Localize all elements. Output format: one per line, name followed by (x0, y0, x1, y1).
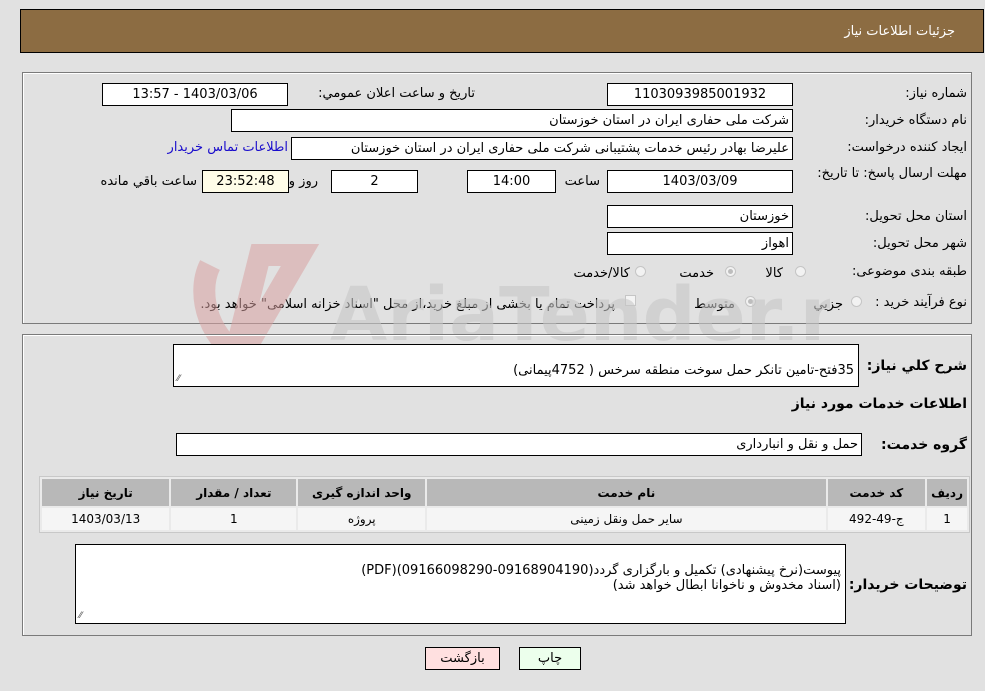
province-field[interactable]: خوزستان (607, 205, 793, 228)
col-quantity: تعداد / مقدار (171, 479, 297, 506)
process-label: نوع فرآیند خرید : (875, 295, 967, 310)
cell-service-name: سایر حمل ونقل زمینی (427, 508, 826, 530)
col-row-number: رديف (927, 479, 967, 506)
remaining-time-field: 23:52:48 (202, 170, 289, 193)
summary-label: شرح کلي نياز: (866, 358, 967, 374)
table-row: 1 ج-49-492 سایر حمل ونقل زمینی پروژه 1 1… (42, 508, 967, 530)
treasury-checkbox[interactable] (625, 295, 636, 306)
resize-grip-icon[interactable]: ⁄⁄ (177, 375, 180, 384)
category-radio-goods[interactable] (795, 266, 806, 277)
category-option-goods: کالا (765, 266, 783, 281)
process-radio-medium[interactable] (745, 296, 756, 307)
col-unit: واحد اندازه گیری (298, 479, 426, 506)
category-option-goods-service: کالا/خدمت (573, 266, 630, 281)
buyer-notes-label: توضیحات خریدار: (848, 577, 967, 593)
deadline-label: مهلت ارسال پاسخ: تا تاریخ: (817, 166, 967, 181)
process-option-minor: جزيي (813, 297, 843, 312)
services-table: رديف کد خدمت نام خدمت واحد اندازه گیری ت… (39, 476, 970, 533)
back-button[interactable]: بازگشت (425, 647, 500, 670)
announce-field[interactable]: 1403/03/06 - 13:57 (102, 83, 288, 106)
resize-grip-icon[interactable]: ⁄⁄ (79, 612, 82, 621)
need-number-field[interactable]: 1103093985001932 (607, 83, 793, 106)
city-field[interactable]: اهواز (607, 232, 793, 255)
province-label: استان محل تحویل: (865, 209, 967, 224)
buyer-org-label: نام دستگاه خريدار: (864, 113, 967, 128)
cell-quantity: 1 (171, 508, 297, 530)
page-title: جزئیات اطلاعات نیاز (844, 24, 955, 39)
creator-label: ایجاد کننده درخواست: (847, 140, 967, 155)
process-radio-minor[interactable] (851, 296, 862, 307)
buyer-notes-text: پیوست(نرخ پیشنهادی) تکمیل و بارگزاری گرد… (361, 563, 841, 593)
table-header-row: رديف کد خدمت نام خدمت واحد اندازه گیری ت… (42, 479, 967, 506)
services-section-title: اطلاعات خدمات مورد نياز (791, 396, 967, 412)
summary-textarea[interactable]: 35فتح-تامین تانکر حمل سوخت منطقه سرخس ( … (173, 344, 859, 387)
service-group-label: گروه خدمت: (881, 437, 967, 453)
deadline-time-field[interactable]: 14:00 (467, 170, 556, 193)
buyer-notes-textarea[interactable]: پیوست(نرخ پیشنهادی) تکمیل و بارگزاری گرد… (75, 544, 846, 624)
city-label: شهر محل تحویل: (872, 236, 967, 251)
days-label: روز و (288, 174, 318, 189)
announce-label: تاریخ و ساعت اعلان عمومي: (318, 86, 475, 101)
summary-text: 35فتح-تامین تانکر حمل سوخت منطقه سرخس ( … (513, 363, 854, 378)
category-radio-goods-service[interactable] (635, 266, 646, 277)
col-need-date: تاریخ نیاز (42, 479, 170, 506)
process-option-medium: متوسط (694, 297, 735, 312)
category-label: طبقه بندی موضوعی: (851, 264, 967, 279)
cell-row-number: 1 (927, 508, 967, 530)
remaining-time-label: ساعت باقي مانده (100, 174, 197, 189)
category-option-service: خدمت (679, 266, 714, 281)
cell-need-date: 1403/03/13 (42, 508, 170, 530)
service-group-field[interactable]: حمل و نقل و انبارداری (176, 433, 862, 456)
deadline-date-field[interactable]: 1403/03/09 (607, 170, 793, 193)
creator-field[interactable]: علیرضا بهادر رئیس خدمات پشتیبانی شرکت مل… (291, 137, 793, 160)
cell-unit: پروژه (298, 508, 426, 530)
page-header: جزئیات اطلاعات نیاز (20, 9, 984, 53)
treasury-checkbox-label: پرداخت تمام یا بخشی از مبلغ خرید،از محل … (200, 297, 615, 312)
cell-service-code: ج-49-492 (827, 508, 926, 530)
buyer-org-field[interactable]: شرکت ملی حفاری ایران در استان خوزستان (231, 109, 793, 132)
print-button[interactable]: چاپ (519, 647, 581, 670)
col-service-code: کد خدمت (827, 479, 926, 506)
need-number-label: شماره نیاز: (905, 86, 967, 101)
days-field[interactable]: 2 (331, 170, 418, 193)
buyer-contact-link[interactable]: اطلاعات تماس خریدار (168, 140, 288, 155)
category-radio-service[interactable] (725, 266, 736, 277)
col-service-name: نام خدمت (427, 479, 826, 506)
deadline-time-label: ساعت (564, 174, 600, 189)
